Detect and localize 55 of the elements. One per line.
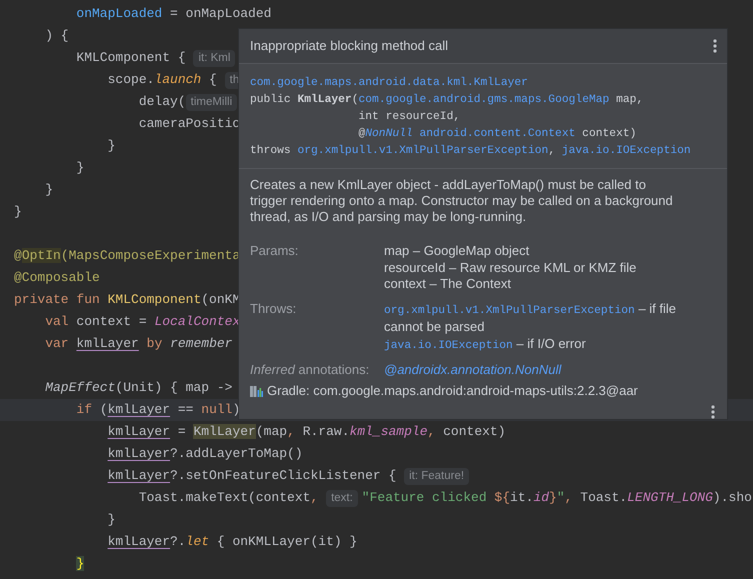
code-text: KMLComponent { <box>76 49 187 67</box>
type-link[interactable]: NonNull <box>365 126 413 143</box>
section-entry: org.xmlpull.v1.XmlPullParserException – if file cannot be parsed <box>384 300 678 336</box>
signature-line: throws org.xmlpull.v1.XmlPullParserException, java.io.IOException <box>250 143 716 160</box>
type-link[interactable]: java.io.IOException <box>562 143 691 160</box>
type-link[interactable]: org.xmlpull.v1.XmlPullParserException <box>384 304 635 316</box>
type-link[interactable]: @androidx.annotation.NonNull <box>384 362 562 377</box>
code-text: kmlLayer?.addLayerToMap() <box>108 445 303 463</box>
inlay-hint: timeMilli <box>186 94 238 110</box>
type-link[interactable]: java.io.IOException <box>384 340 513 352</box>
code-text: scope.launch { <box>108 71 218 89</box>
code-text: kmlLayer?.setOnFeatureClickListener { <box>108 467 398 485</box>
signature-line: int resourceId, <box>357 110 462 125</box>
code-text: onMapLoaded = onMapLoaded <box>76 5 272 23</box>
signature-line: public KmlLayer(com.google.android.gms.maps.GoogleMap map, <box>250 92 716 109</box>
code-text: MapEffect(Unit) { map -> <box>45 379 232 397</box>
popup-title: Inappropriate blocking method call <box>250 37 448 56</box>
section-entry: resourceId – Raw resource KML or KMZ file <box>384 260 638 276</box>
type-link[interactable]: com.google.android.gms.maps.GoogleMap <box>358 92 610 109</box>
code-text: } <box>76 555 84 573</box>
code-text: if (kmlLayer == null) <box>76 401 240 419</box>
more-options-icon[interactable] <box>711 405 715 419</box>
library-text: Gradle: com.google.maps.android:android-maps-utils:2.2.3@aar <box>267 382 638 399</box>
code-text: kmlLayer?.let { onKMLLayer(it) } <box>108 533 358 551</box>
inlay-hint: it: Feature! <box>404 468 470 484</box>
section-label: Inferred annotations: <box>250 362 370 378</box>
section-entry: java.io.IOException – if I/O error <box>384 336 587 354</box>
code-text: } <box>108 511 116 529</box>
inlay-hint: it: Kml <box>193 50 236 66</box>
code-text: } <box>76 159 84 177</box>
description-text: Creates a new KmlLayer object - addLayerToMap() must be called to trigger rendering onto a map. Constructor may be called on a background thread, as I/O and parsing may be long-running. <box>249 176 674 226</box>
code-text: Toast.makeText(context, <box>138 489 320 507</box>
code-text: @Composable <box>14 269 100 287</box>
section-entry: context – The Context <box>384 276 512 292</box>
library-icon <box>250 384 263 397</box>
code-text: ) { <box>45 27 69 45</box>
code-text: "Feature clicked ${it.id}", Toast.LENGTH_LONG).sho <box>362 489 752 507</box>
section-label: Params: <box>250 243 300 260</box>
more-options-icon[interactable] <box>713 39 717 53</box>
code-text: var kmlLayer by remember <box>45 335 232 353</box>
type-link[interactable]: android.content.Context <box>419 126 576 143</box>
type-link[interactable]: com.google.maps.android.data.kml.KmlLayer <box>250 75 528 92</box>
code-text: delay( <box>138 93 186 111</box>
code-text: kmlLayer = KmlLayer(map, R.raw.kml_sample, context) <box>108 423 506 441</box>
code-text: @OptIn(MapsComposeExperimenta <box>14 247 240 265</box>
signature-line: @NonNull android.content.Context context) <box>250 126 716 143</box>
section-label: Throws: <box>250 300 298 318</box>
code-text: val context = LocalContex <box>45 313 240 331</box>
code-text: } <box>108 137 116 155</box>
inlay-hint: text: <box>326 490 358 506</box>
code-text: } <box>45 181 54 199</box>
type-link[interactable]: org.xmlpull.v1.XmlPullParserException <box>297 143 548 160</box>
code-text: } <box>14 203 22 221</box>
section-entry: map – GoogleMap object <box>384 243 530 260</box>
code-text: cameraPositio <box>138 115 240 133</box>
